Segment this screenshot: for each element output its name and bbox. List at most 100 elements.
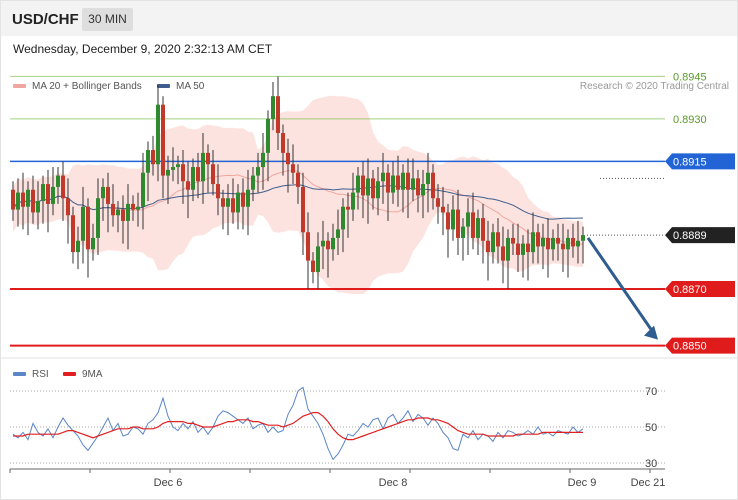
candle-body <box>566 237 570 250</box>
candle-body <box>321 240 325 247</box>
candle-body <box>271 96 275 119</box>
candle-body <box>366 178 370 196</box>
candle-body <box>531 232 535 253</box>
candle-body <box>76 240 80 253</box>
candle-body <box>456 209 460 238</box>
candle-body <box>151 150 155 165</box>
candle-body <box>236 192 240 213</box>
candle-body <box>211 164 215 185</box>
candle-body <box>136 206 140 210</box>
candle-body <box>316 246 320 272</box>
candle-body <box>446 212 450 230</box>
candle-body <box>311 260 315 272</box>
candle-body <box>376 181 380 199</box>
candle-body <box>86 206 90 250</box>
candle-body <box>96 198 100 238</box>
candle-body <box>371 178 375 199</box>
rsi-tick-label-2: 30 <box>645 458 657 470</box>
candle-body <box>306 232 310 261</box>
candle-body <box>66 198 70 216</box>
level-label-2: 0.8915 <box>673 156 707 168</box>
candle-body <box>266 118 270 153</box>
candle-body <box>226 198 230 207</box>
candle-body <box>411 178 415 190</box>
candle-body <box>156 104 160 165</box>
candle-body <box>126 203 130 221</box>
candle-body <box>186 181 190 190</box>
candle-body <box>61 175 65 199</box>
candle-body <box>421 184 425 196</box>
candle-body <box>141 172 145 207</box>
candle-body <box>296 172 300 187</box>
candle-body <box>281 133 285 153</box>
candle-body <box>391 175 395 193</box>
candle-body <box>511 237 515 244</box>
x-tick-label-2: Dec 9 <box>568 477 597 489</box>
candle-body <box>41 184 45 202</box>
candle-body <box>416 178 420 196</box>
candle-body <box>576 240 580 247</box>
candle-body <box>461 226 465 238</box>
candle-body <box>581 235 585 241</box>
x-tick-label-0: Dec 6 <box>154 477 183 489</box>
candle-body <box>181 164 185 182</box>
candle-body <box>331 237 335 250</box>
candle-body <box>466 212 470 227</box>
candle-body <box>386 172 390 193</box>
candle-body <box>221 198 225 207</box>
candle-body <box>361 175 365 196</box>
candle-body <box>506 237 510 261</box>
candle-body <box>231 198 235 213</box>
candle-body <box>111 203 115 216</box>
candle-body <box>346 206 350 210</box>
x-tick-label-1: Dec 8 <box>379 477 408 489</box>
candle-body <box>341 206 345 230</box>
candle-body <box>31 189 35 213</box>
candle-body <box>571 237 575 247</box>
level-tag-2: 0.8915 <box>665 153 735 170</box>
candle-body <box>491 232 495 253</box>
candle-body <box>521 243 525 255</box>
candle-body <box>146 150 150 173</box>
candle-body <box>356 175 360 193</box>
candle-body <box>301 186 305 233</box>
candle-body <box>396 175 400 190</box>
candle-body <box>251 175 255 190</box>
candle-body <box>201 152 205 182</box>
candle-body <box>441 206 445 213</box>
candle-body <box>121 209 125 221</box>
candle-body <box>551 237 555 250</box>
candle-body <box>406 172 410 190</box>
candle-body <box>46 184 50 204</box>
candle-body <box>256 167 260 176</box>
candle-body <box>351 192 355 210</box>
candle-body <box>336 229 340 238</box>
candle-body <box>161 104 165 176</box>
level-tag-4: 0.8850 <box>665 337 735 354</box>
level-label-1: 0.8930 <box>673 114 707 126</box>
candle-body <box>326 240 330 250</box>
level-label-4: 0.8850 <box>673 341 707 353</box>
candle-body <box>536 232 540 247</box>
candle-body <box>71 215 75 253</box>
candle-body <box>541 237 545 247</box>
level-tag-3: 0.8870 <box>665 280 735 297</box>
candle-body <box>21 192 25 207</box>
candle-body <box>276 96 280 134</box>
candle-body <box>26 189 30 207</box>
rsi-tick-label-1: 50 <box>645 422 657 434</box>
candle-body <box>216 184 220 199</box>
candle-body <box>286 152 290 165</box>
rsi-line <box>12 386 584 461</box>
candle-body <box>556 237 560 244</box>
x-tick-label-3: Dec 21 <box>631 477 666 489</box>
candle-body <box>116 209 120 216</box>
candle-body <box>16 192 20 210</box>
candle-body <box>261 152 265 168</box>
candle-body <box>451 209 455 230</box>
candle-body <box>101 186 105 199</box>
candle-body <box>436 198 440 207</box>
candle-body <box>11 189 15 210</box>
candle-body <box>81 206 85 241</box>
candle-body <box>56 175 60 187</box>
